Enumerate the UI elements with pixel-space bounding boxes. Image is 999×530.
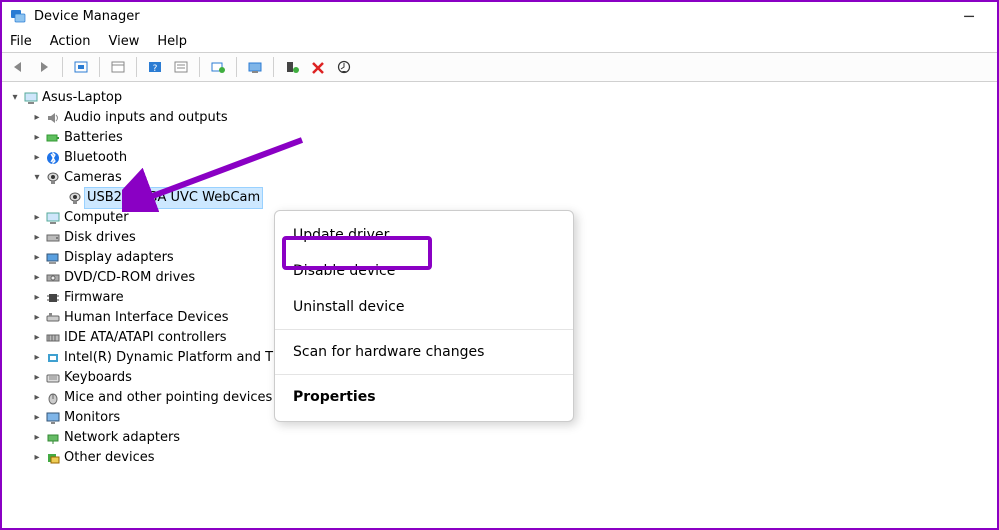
tree-label-selected: USB2.0 VGA UVC WebCam <box>84 187 263 209</box>
tree-label: DVD/CD-ROM drives <box>64 268 195 288</box>
minimize-button[interactable]: ─ <box>949 7 989 26</box>
toolbar-button-11[interactable] <box>332 56 356 78</box>
tree-label: Other devices <box>64 448 155 468</box>
chevron-right-icon[interactable]: ▸ <box>30 308 44 328</box>
chip-icon <box>44 290 62 306</box>
context-uninstall-device[interactable]: Uninstall device <box>275 289 573 325</box>
enable-device-button[interactable] <box>280 56 304 78</box>
monitor-icon <box>44 410 62 426</box>
tree-label: Display adapters <box>64 248 174 268</box>
root-label: Asus-Laptop <box>42 88 122 108</box>
camera-icon <box>44 170 62 186</box>
tree-item-network[interactable]: ▸ Network adapters <box>6 428 993 448</box>
tree-label: Bluetooth <box>64 148 127 168</box>
ide-icon <box>44 330 62 346</box>
bluetooth-icon <box>44 150 62 166</box>
device-tree[interactable]: ▾ Asus-Laptop ▸ Audio inputs and outputs… <box>2 82 997 474</box>
chip-icon <box>44 350 62 366</box>
menu-file[interactable]: File <box>10 34 32 49</box>
tree-label: Network adapters <box>64 428 180 448</box>
battery-icon <box>44 130 62 146</box>
hid-icon <box>44 310 62 326</box>
chevron-right-icon[interactable]: ▸ <box>30 428 44 448</box>
context-properties[interactable]: Properties <box>275 379 573 415</box>
chevron-right-icon[interactable]: ▸ <box>30 288 44 308</box>
tree-item-other[interactable]: ▸ Other devices <box>6 448 993 468</box>
svg-text:?: ? <box>153 64 158 74</box>
uninstall-button[interactable] <box>306 56 330 78</box>
tree-label: Human Interface Devices <box>64 308 229 328</box>
context-scan-hardware[interactable]: Scan for hardware changes <box>275 334 573 370</box>
toolbar-button-5[interactable] <box>169 56 193 78</box>
chevron-right-icon[interactable]: ▸ <box>30 408 44 428</box>
tree-label: Batteries <box>64 128 123 148</box>
context-menu: Update driver Disable device Uninstall d… <box>274 210 574 422</box>
scan-hardware-button[interactable] <box>206 56 230 78</box>
tree-item-bluetooth[interactable]: ▸ Bluetooth <box>6 148 993 168</box>
other-devices-icon <box>44 450 62 466</box>
chevron-down-icon[interactable]: ▾ <box>8 88 22 108</box>
window-title: Device Manager <box>34 9 140 24</box>
chevron-right-icon[interactable]: ▸ <box>30 228 44 248</box>
help-button[interactable]: ? <box>143 56 167 78</box>
tree-label: Monitors <box>64 408 120 428</box>
chevron-right-icon[interactable]: ▸ <box>30 388 44 408</box>
chevron-down-icon[interactable]: ▾ <box>30 168 44 188</box>
update-driver-button[interactable] <box>243 56 267 78</box>
mouse-icon <box>44 390 62 406</box>
chevron-right-icon[interactable]: ▸ <box>30 348 44 368</box>
keyboard-icon <box>44 370 62 386</box>
tree-item-webcam[interactable]: ▸ USB2.0 VGA UVC WebCam <box>6 188 993 208</box>
tree-label: Disk drives <box>64 228 136 248</box>
chevron-right-icon[interactable]: ▸ <box>30 108 44 128</box>
tree-item-audio[interactable]: ▸ Audio inputs and outputs <box>6 108 993 128</box>
tree-label: Cameras <box>64 168 122 188</box>
toolbar: ? <box>2 52 997 82</box>
tree-root[interactable]: ▾ Asus-Laptop <box>6 88 993 108</box>
network-icon <box>44 430 62 446</box>
menu-help[interactable]: Help <box>157 34 187 49</box>
computer-icon <box>44 210 62 226</box>
separator <box>275 329 573 330</box>
chevron-right-icon[interactable]: ▸ <box>30 148 44 168</box>
chevron-right-icon[interactable]: ▸ <box>30 128 44 148</box>
title-bar: Device Manager ─ <box>2 2 997 30</box>
forward-button[interactable] <box>32 56 56 78</box>
chevron-right-icon[interactable]: ▸ <box>30 248 44 268</box>
chevron-right-icon[interactable]: ▸ <box>30 368 44 388</box>
tree-item-batteries[interactable]: ▸ Batteries <box>6 128 993 148</box>
back-button[interactable] <box>6 56 30 78</box>
camera-icon <box>66 190 84 206</box>
chevron-right-icon[interactable]: ▸ <box>30 328 44 348</box>
speaker-icon <box>44 110 62 126</box>
menu-view[interactable]: View <box>108 34 139 49</box>
context-disable-device[interactable]: Disable device <box>275 253 573 289</box>
separator <box>275 374 573 375</box>
tree-label: Mice and other pointing devices <box>64 388 272 408</box>
app-icon <box>10 8 26 24</box>
chevron-right-icon[interactable]: ▸ <box>30 208 44 228</box>
chevron-right-icon[interactable]: ▸ <box>30 268 44 288</box>
display-adapter-icon <box>44 250 62 266</box>
menu-bar: File Action View Help <box>2 30 997 52</box>
tree-label: Computer <box>64 208 129 228</box>
chevron-right-icon[interactable]: ▸ <box>30 448 44 468</box>
context-update-driver[interactable]: Update driver <box>275 217 573 253</box>
tree-label: Keyboards <box>64 368 132 388</box>
tree-label: Audio inputs and outputs <box>64 108 228 128</box>
tree-item-cameras[interactable]: ▾ Cameras <box>6 168 993 188</box>
dvd-icon <box>44 270 62 286</box>
show-hidden-button[interactable] <box>69 56 93 78</box>
computer-icon <box>22 90 40 106</box>
properties-button[interactable] <box>106 56 130 78</box>
disk-icon <box>44 230 62 246</box>
tree-label: Firmware <box>64 288 124 308</box>
tree-label: IDE ATA/ATAPI controllers <box>64 328 227 348</box>
menu-action[interactable]: Action <box>50 34 91 49</box>
